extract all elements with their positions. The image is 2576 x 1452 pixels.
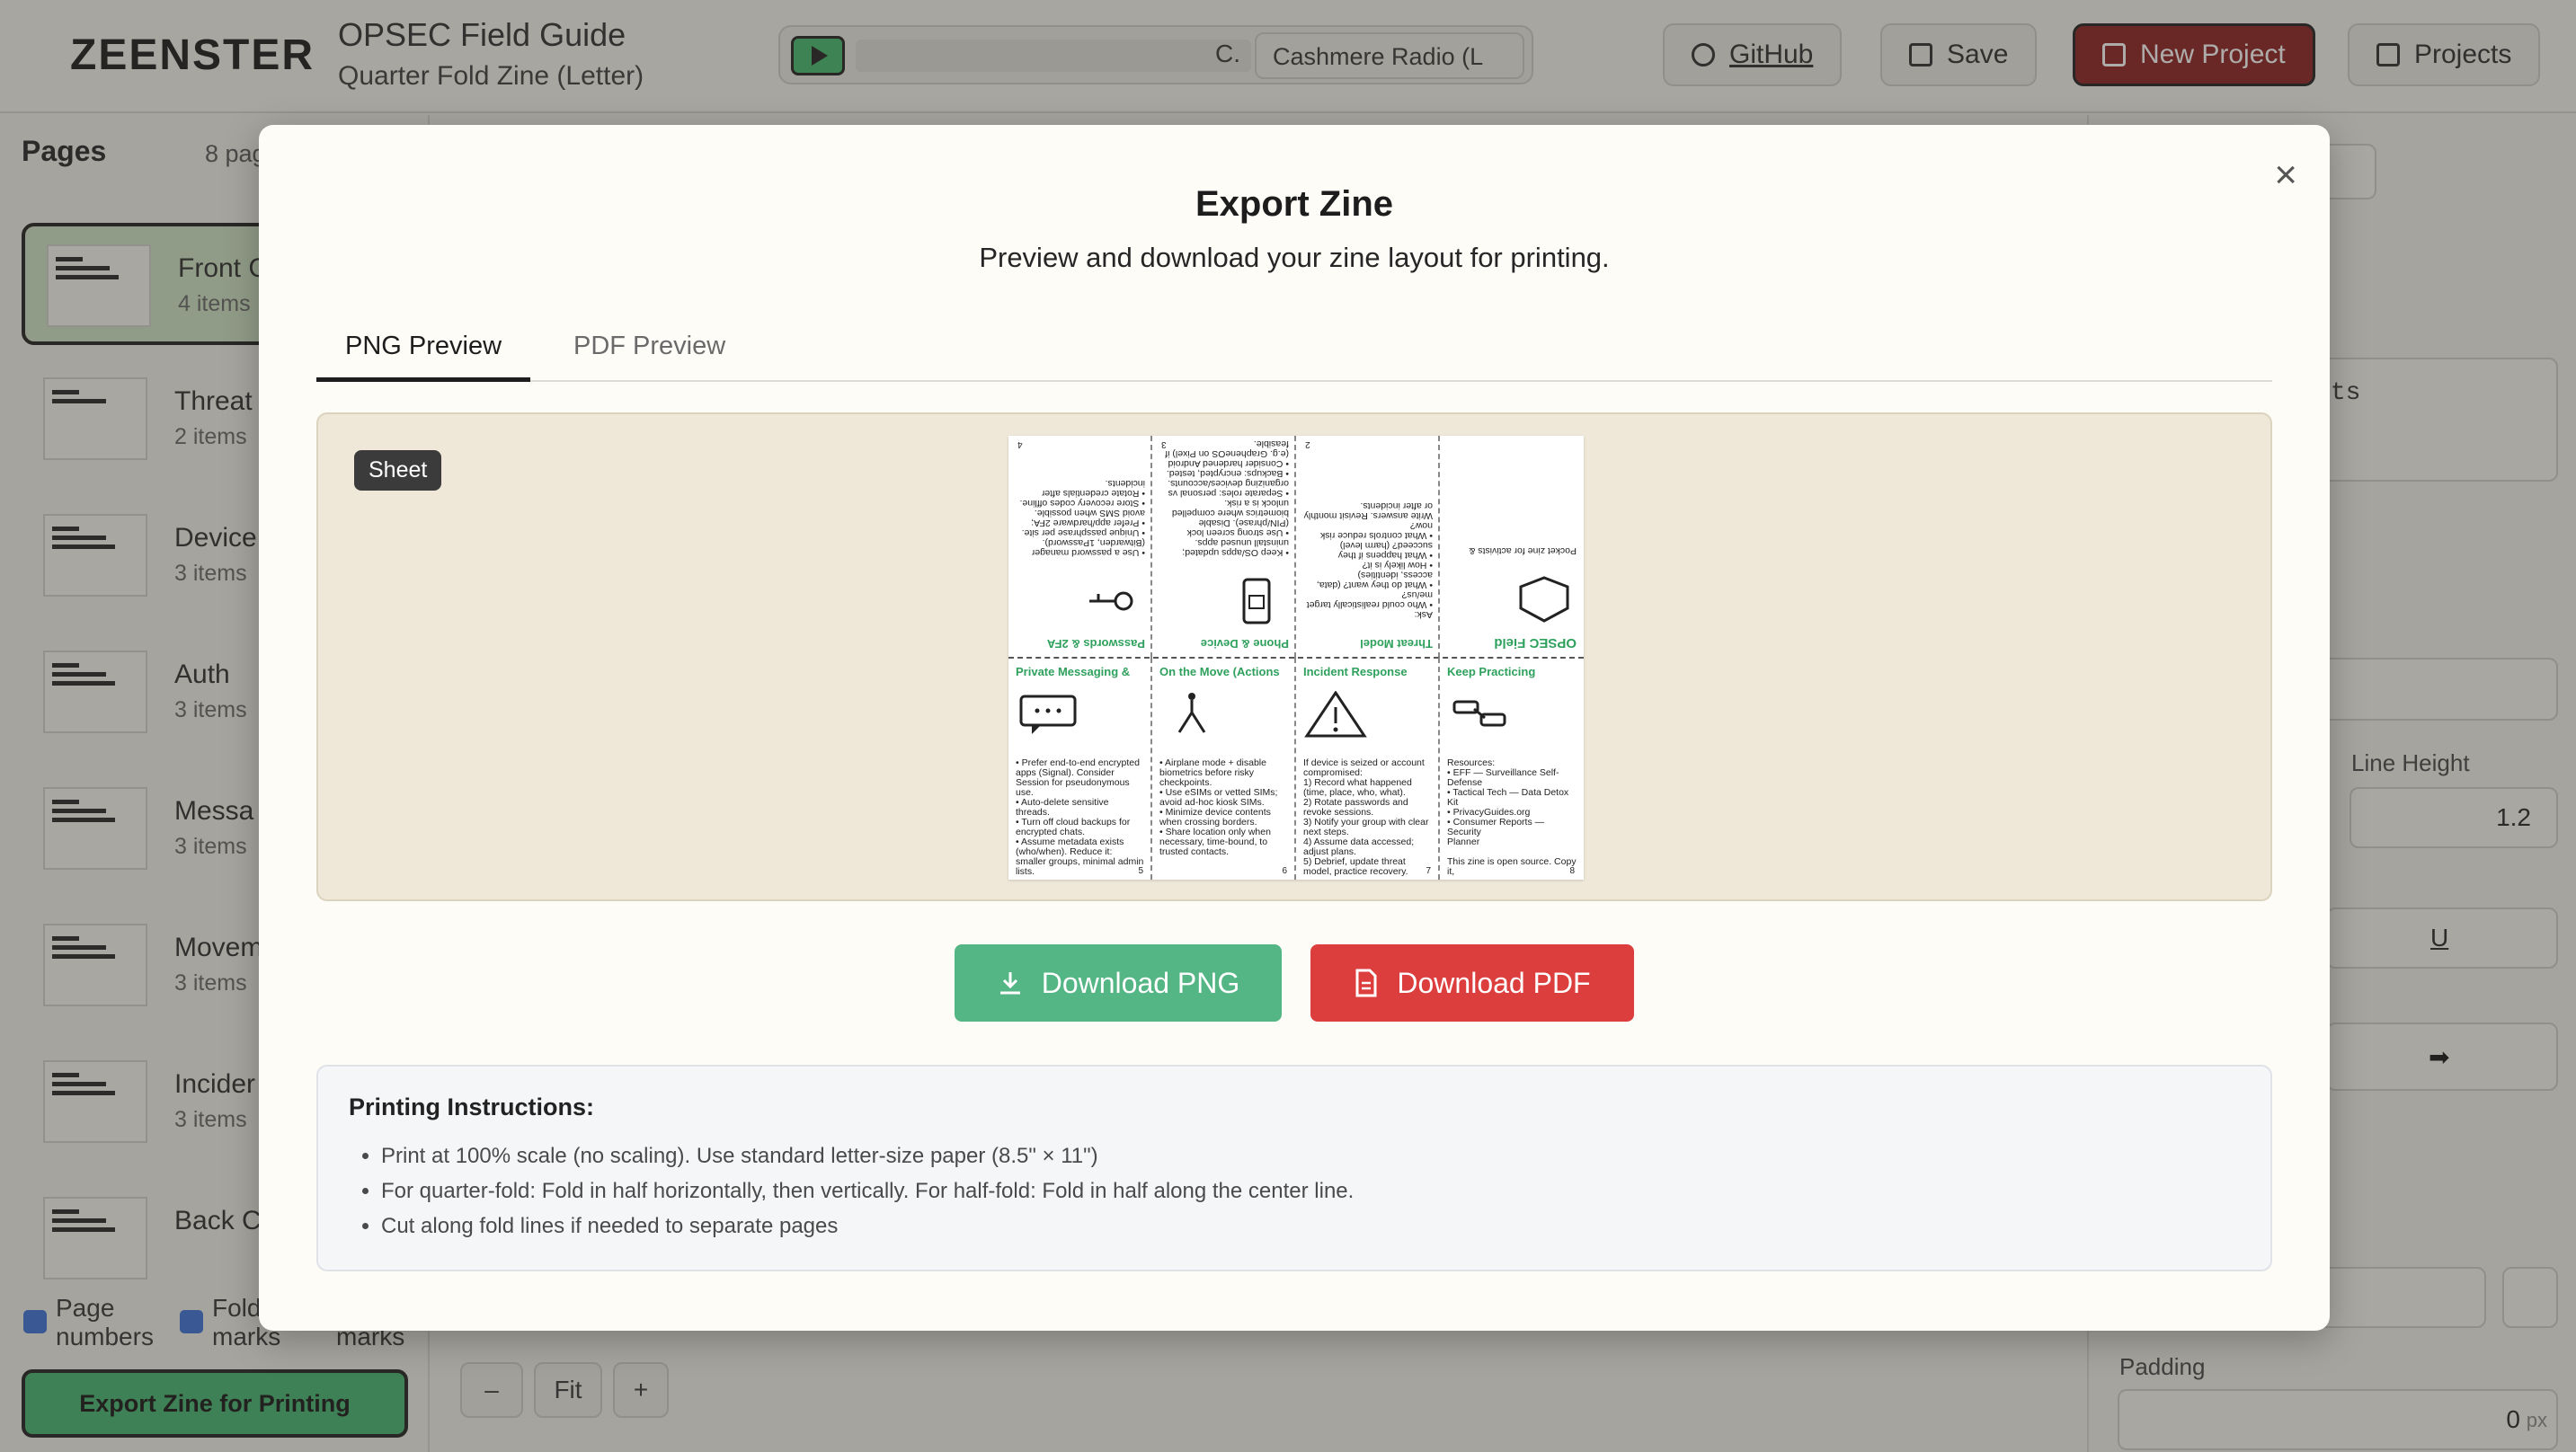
instruction-item: For quarter-fold: Fold in half horizonta… bbox=[381, 1173, 1354, 1209]
phone-icon bbox=[1242, 578, 1271, 624]
panel-title: Private Messaging & bbox=[1016, 665, 1131, 678]
zine-panel-8: Keep Practicing Resources: • EFF — Surve… bbox=[1440, 658, 1584, 880]
panel-title: On the Move (Actions bbox=[1159, 665, 1280, 678]
panel-title: Threat Model bbox=[1360, 637, 1433, 651]
panel-title: Passwords & 2FA bbox=[1046, 637, 1145, 651]
link-icon bbox=[1452, 700, 1506, 727]
warning-icon bbox=[1304, 690, 1367, 738]
instructions-title: Printing Instructions: bbox=[349, 1093, 594, 1120]
panel-number: 6 bbox=[1282, 866, 1287, 876]
download-pdf-label: Download PDF bbox=[1397, 966, 1591, 999]
file-icon bbox=[1355, 969, 1377, 997]
panel-body: If device is seized or account compromis… bbox=[1303, 758, 1429, 877]
download-pdf-button[interactable]: Download PDF bbox=[1310, 944, 1634, 1022]
modal-description: Preview and download your zine layout fo… bbox=[979, 242, 1610, 273]
zine-sheet: Passwords & 2FA • Use a password manager… bbox=[1008, 436, 1584, 880]
panel-body: • Airplane mode + disable biometrics bef… bbox=[1159, 758, 1278, 857]
printing-instructions: Printing Instructions: Print at 100% sca… bbox=[316, 1065, 2272, 1271]
panel-number: 5 bbox=[1138, 866, 1143, 876]
tab-png-preview[interactable]: PNG Preview bbox=[316, 328, 531, 382]
panel-body: • Keep OS/apps updated; uninstall unused… bbox=[1165, 438, 1289, 557]
zine-panel-3: Phone & Device • Keep OS/apps updated; u… bbox=[1152, 436, 1296, 658]
modal-title: Export Zine bbox=[1195, 184, 1394, 224]
hexagon-icon bbox=[1519, 576, 1569, 623]
chat-icon bbox=[1019, 695, 1077, 734]
panel-body: Pocket zine for activists & Version 1.0 … bbox=[1469, 545, 1577, 555]
panel-number: 8 bbox=[1569, 866, 1575, 876]
download-icon bbox=[999, 972, 1020, 995]
zine-panel-1: OPSEC Field Pocket zine for activists & … bbox=[1440, 436, 1584, 658]
walk-icon bbox=[1177, 693, 1206, 733]
panel-body: Ask: • Who could realistically target me… bbox=[1303, 500, 1433, 619]
download-png-button[interactable]: Download PNG bbox=[955, 944, 1282, 1022]
zine-panel-7: Incident Response If device is seized or… bbox=[1296, 658, 1440, 880]
panel-body: Resources: • EFF — Surveillance Self- De… bbox=[1447, 758, 1577, 877]
instructions-list: Print at 100% scale (no scaling). Use st… bbox=[381, 1138, 1354, 1244]
panel-number: 7 bbox=[1426, 866, 1431, 876]
preview-tabs: PNG Preview PDF Preview bbox=[316, 328, 2272, 382]
zine-panel-4: Passwords & 2FA • Use a password manager… bbox=[1008, 436, 1152, 658]
panel-title: Keep Practicing bbox=[1447, 665, 1536, 678]
export-zine-modal: × Export Zine Preview and download your … bbox=[259, 125, 2330, 1331]
panel-body: • Use a password manager (Bitwarden, 1Pa… bbox=[1019, 478, 1145, 557]
sheet-badge: Sheet bbox=[354, 450, 442, 491]
zine-panel-6: On the Move (Actions • Airplane mode + d… bbox=[1152, 658, 1296, 880]
key-icon bbox=[1089, 591, 1133, 611]
download-png-label: Download PNG bbox=[1041, 966, 1240, 999]
zine-panel-2: Threat Model Ask: • Who could realistica… bbox=[1296, 436, 1440, 658]
panel-title: Incident Response bbox=[1303, 665, 1408, 678]
tab-pdf-preview[interactable]: PDF Preview bbox=[545, 328, 754, 382]
instruction-item: Cut along fold lines if needed to separa… bbox=[381, 1209, 1354, 1244]
panel-body: • Prefer end-to-end encrypted apps (Sign… bbox=[1016, 758, 1144, 877]
zine-panel-5: Private Messaging & • Prefer end-to-end … bbox=[1008, 658, 1152, 880]
panel-title: Phone & Device bbox=[1200, 637, 1289, 651]
panel-number: 4 bbox=[1017, 439, 1023, 449]
panel-number: 2 bbox=[1305, 439, 1310, 449]
sheet-preview-area: Sheet Passwords & 2FA • Use a password m… bbox=[316, 412, 2272, 901]
panel-title: OPSEC Field bbox=[1494, 635, 1577, 651]
instruction-item: Print at 100% scale (no scaling). Use st… bbox=[381, 1138, 1354, 1173]
panel-number: 3 bbox=[1161, 439, 1167, 449]
